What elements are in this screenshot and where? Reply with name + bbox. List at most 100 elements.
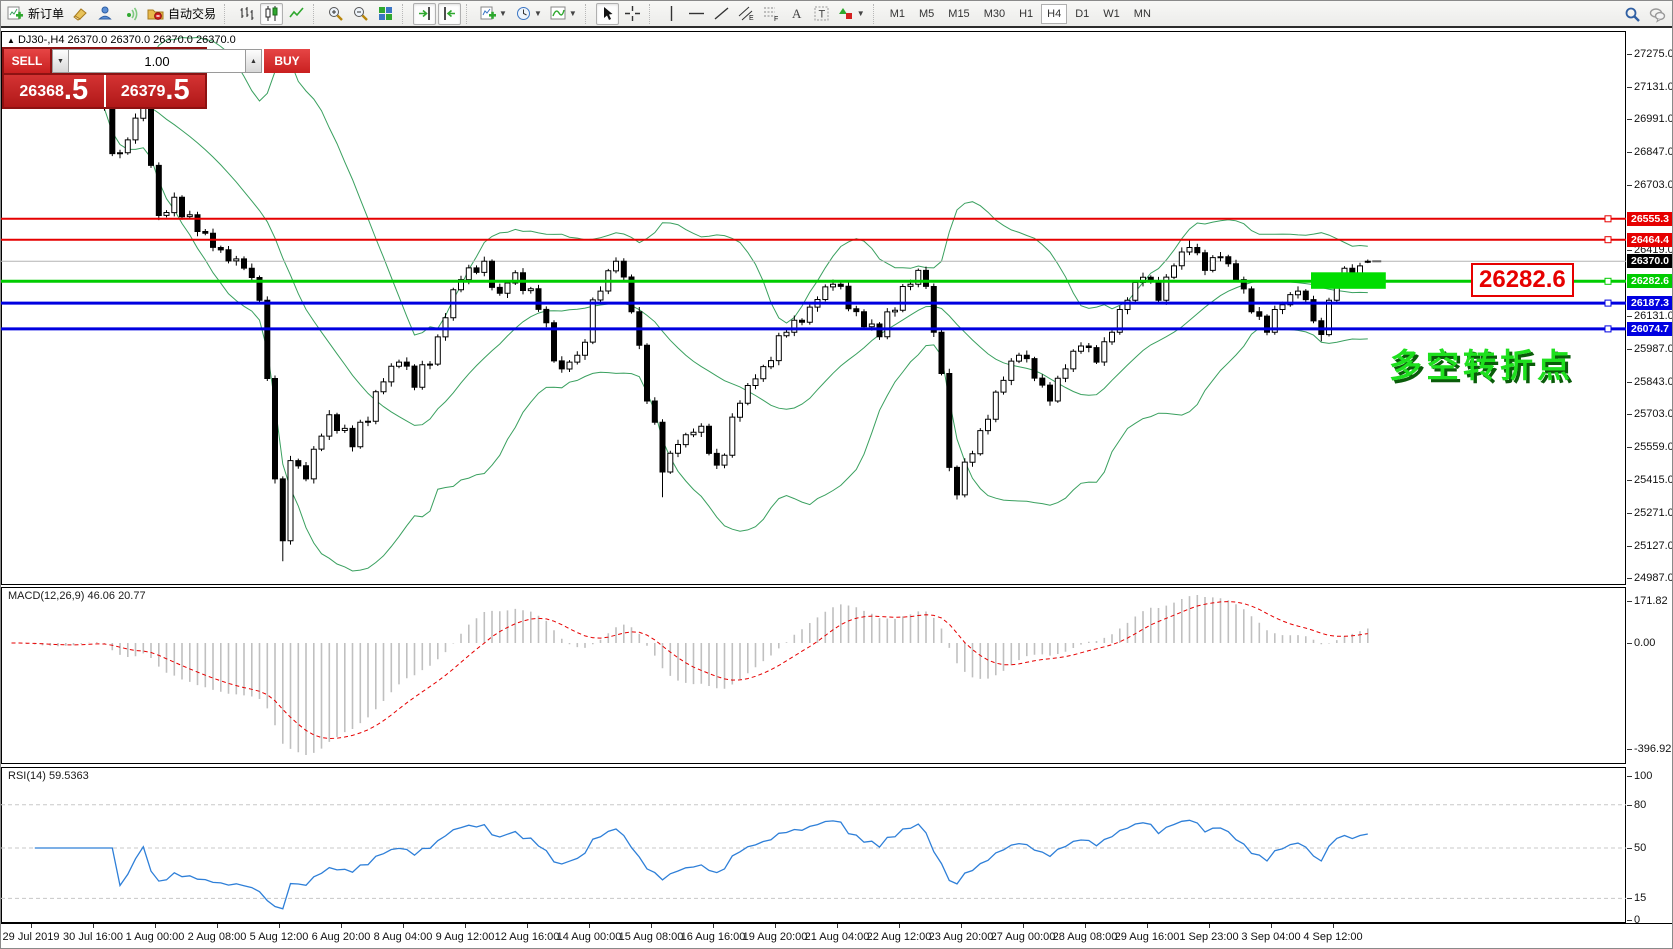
time-label: 16 Aug 16:00 [681,931,746,943]
price-tag-26282.6: 26282.6 [1627,274,1673,288]
profile-icon [97,5,114,22]
indicators-button[interactable]: ▼ [547,3,580,25]
axis-tick-label: 80 [1634,799,1646,811]
price-chart[interactable] [1,31,1626,585]
time-tick-mark [837,924,838,928]
buy-price-main: 26379 [121,82,166,102]
sell-button[interactable]: SELL [4,49,50,73]
timeframe-W1[interactable]: W1 [1097,4,1126,24]
axis-tick-mark [1627,119,1632,120]
zoom-in-button[interactable] [324,3,347,25]
trendline-icon [713,5,730,22]
new-order-button[interactable]: 新订单 [4,3,67,25]
buy-button[interactable]: BUY [264,49,310,73]
axis-tick-label: 25987.0 [1634,343,1673,355]
hline-handle[interactable] [1605,300,1611,306]
time-tick-mark [155,924,156,928]
time-label: 2 Aug 08:00 [188,931,247,943]
axis-tick-mark [1627,447,1632,448]
signal-button[interactable] [119,3,142,25]
auto-scroll-icon [416,5,433,22]
axis-tick-mark [1627,349,1632,350]
buy-price[interactable]: 26379 .5 [106,75,206,107]
sell-price[interactable]: 26368 .5 [4,75,106,107]
sell-price-main: 26368 [19,82,64,102]
axis-tick-label: 26847.0 [1634,146,1673,158]
hline-handle[interactable] [1605,278,1611,284]
axis-tick-label: -396.92 [1634,743,1671,755]
macd-panel[interactable] [1,587,1626,764]
periods-button[interactable]: ▼ [512,3,545,25]
eraser-icon [72,5,89,22]
price-flag-label[interactable]: 26282.6 [1471,263,1574,297]
timeframe-H1[interactable]: H1 [1013,4,1039,24]
tile-windows-button[interactable] [374,3,397,25]
channel-button[interactable]: E [735,3,758,25]
axis-tick-mark [1627,513,1632,514]
text-label-button[interactable]: T [810,3,833,25]
axis-tick-mark [1627,382,1632,383]
time-tick-mark [465,924,466,928]
chat-button[interactable] [1646,3,1669,25]
new-order-label: 新订单 [28,5,64,22]
time-label: 29 Jul 2019 [3,931,60,943]
horizontal-line-button[interactable] [685,3,708,25]
timeframe-M30[interactable]: M30 [978,4,1011,24]
auto-scroll-button[interactable] [413,3,436,25]
new-chart-button[interactable]: ▼ [477,3,510,25]
candlestick-chart-button[interactable] [260,3,283,25]
collapse-marker-icon[interactable]: ▲ [7,36,15,45]
timeframe-M1[interactable]: M1 [884,4,911,24]
time-tick-mark [1209,924,1210,928]
highlight-rectangle[interactable] [1311,272,1386,289]
chart-shift-button[interactable] [438,3,461,25]
axis-tick-mark [1627,480,1632,481]
axis-tick-mark [1627,414,1632,415]
macd-svg[interactable] [1,587,1626,764]
shapes-button[interactable]: ▼ [835,3,868,25]
cursor-button[interactable] [596,3,619,25]
rsi-label: RSI(14) 59.5363 [8,770,89,782]
fibonacci-button[interactable]: F [760,3,783,25]
timeframe-M15[interactable]: M15 [942,4,975,24]
volume-increase-button[interactable]: ▲ [245,49,262,73]
timeframe-M5[interactable]: M5 [913,4,940,24]
rsi-panel[interactable] [1,767,1626,923]
text-label-icon: T [813,5,830,22]
zoom-out-button[interactable] [349,3,372,25]
hline-handle[interactable] [1605,237,1611,243]
hline-handle[interactable] [1605,216,1611,222]
time-tick-mark [589,924,590,928]
dropdown-caret: ▼ [534,9,542,18]
time-label: 19 Aug 20:00 [743,931,808,943]
time-label: 30 Jul 16:00 [63,931,123,943]
time-label: 12 Aug 16:00 [495,931,560,943]
line-chart-button[interactable] [285,3,308,25]
time-tick-mark [403,924,404,928]
zoom-out-icon [352,5,369,22]
horizontal-line-icon [688,5,705,22]
main-chart-svg[interactable] [1,31,1626,585]
trendline-button[interactable] [710,3,733,25]
clock-icon [515,5,532,22]
search-button[interactable] [1621,3,1644,25]
volume-decrease-button[interactable]: ▼ [52,49,69,73]
autotrading-button[interactable]: 自动交易 [144,3,219,25]
time-tick-mark [775,924,776,928]
timeframe-D1[interactable]: D1 [1069,4,1095,24]
timeframe-H4[interactable]: H4 [1041,4,1067,24]
eraser-button[interactable] [69,3,92,25]
vertical-line-button[interactable] [660,3,683,25]
timeframe-MN[interactable]: MN [1128,4,1157,24]
time-tick-mark [713,924,714,928]
rsi-svg[interactable] [1,767,1626,923]
bar-chart-button[interactable] [235,3,258,25]
axis-tick-label: 26131.0 [1634,310,1673,322]
crosshair-button[interactable] [621,3,644,25]
profile-button[interactable] [94,3,117,25]
volume-input[interactable] [69,49,245,73]
new-chart-icon [480,5,497,22]
hline-handle[interactable] [1605,326,1611,332]
text-button[interactable]: A [785,3,808,25]
axis-tick-mark [1627,601,1632,602]
